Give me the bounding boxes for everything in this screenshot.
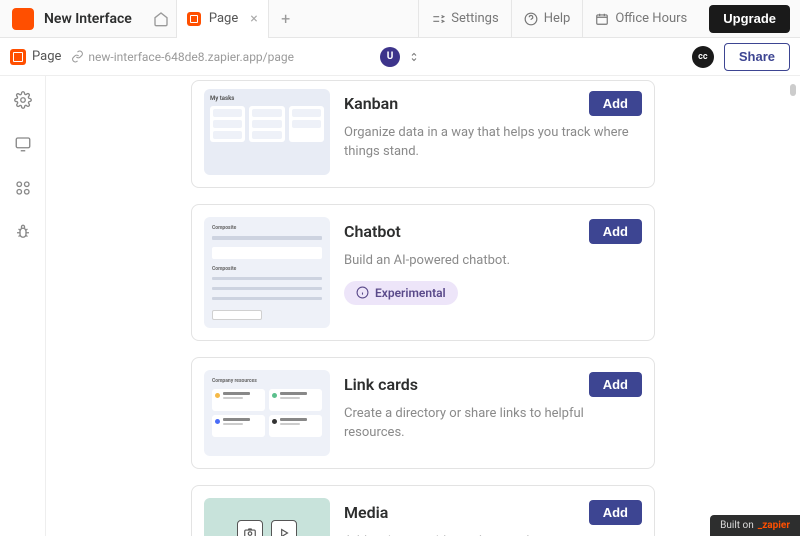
office-hours-button[interactable]: Office Hours <box>582 0 699 38</box>
info-icon <box>356 286 369 299</box>
help-icon <box>524 12 538 26</box>
page-chip-label: Page <box>32 49 61 64</box>
settings-icon <box>431 12 445 26</box>
page-chip-icon <box>10 49 26 65</box>
component-card-kanban: My tasks Kanban Add Organize data in a w… <box>191 80 655 188</box>
sidebar <box>0 76 46 536</box>
cc-badge[interactable]: cc <box>692 46 714 68</box>
preview-media <box>204 498 330 536</box>
grid-icon[interactable] <box>13 178 33 198</box>
content-panel: My tasks Kanban Add Organize data in a w… <box>46 76 800 536</box>
bug-icon[interactable] <box>13 222 33 242</box>
project-name: New Interface <box>44 11 132 27</box>
avatar: U <box>380 47 400 67</box>
card-description: Create a directory or share links to hel… <box>344 405 642 443</box>
settings-button[interactable]: Settings <box>418 0 510 38</box>
close-icon[interactable]: × <box>246 11 257 27</box>
home-icon <box>153 11 169 27</box>
calendar-icon <box>595 12 609 26</box>
share-button[interactable]: Share <box>724 43 790 71</box>
sort-icon <box>408 51 420 63</box>
card-description: Organize data in a way that helps you tr… <box>344 124 642 162</box>
user-switcher[interactable]: U <box>380 47 420 67</box>
preview-kanban: My tasks <box>204 89 330 175</box>
body: My tasks Kanban Add Organize data in a w… <box>0 76 800 536</box>
add-button[interactable]: Add <box>589 91 642 116</box>
secondbar: Page new-interface-648de8.zapier.app/pag… <box>0 38 800 76</box>
component-card-chatbot: Composite Composite Chatbot Add Build an… <box>191 204 655 341</box>
page-icon <box>187 12 201 26</box>
add-button[interactable]: Add <box>589 219 642 244</box>
card-title: Link cards <box>344 375 418 394</box>
preview-chatbot: Composite Composite <box>204 217 330 328</box>
page-url[interactable]: new-interface-648de8.zapier.app/page <box>71 50 294 64</box>
component-card-media: Media Add Add an image, video or logo to… <box>191 485 655 536</box>
camera-icon <box>237 520 263 536</box>
add-button[interactable]: Add <box>589 372 642 397</box>
play-icon <box>271 520 297 536</box>
card-description: Build an AI-powered chatbot. <box>344 252 642 271</box>
card-title: Kanban <box>344 94 398 113</box>
help-button[interactable]: Help <box>511 0 583 38</box>
link-icon <box>71 50 84 63</box>
built-on-badge[interactable]: Built on _zapier <box>710 515 800 536</box>
component-card-link-cards: Company resources Link cards Add Create … <box>191 357 655 469</box>
tab-page[interactable]: Page × <box>176 0 269 38</box>
preview-linkcards: Company resources <box>204 370 330 456</box>
app-logo <box>12 8 34 30</box>
home-button[interactable] <box>146 4 176 34</box>
gear-icon[interactable] <box>13 90 33 110</box>
card-title: Media <box>344 503 388 522</box>
experimental-badge: Experimental <box>344 281 458 305</box>
component-list: My tasks Kanban Add Organize data in a w… <box>191 76 655 536</box>
card-title: Chatbot <box>344 222 401 241</box>
display-icon[interactable] <box>13 134 33 154</box>
scrollbar[interactable] <box>790 84 796 96</box>
tab-label: Page <box>209 11 238 26</box>
topbar: New Interface Page × + Settings Help Off… <box>0 0 800 38</box>
add-tab-button[interactable]: + <box>269 9 303 28</box>
upgrade-button[interactable]: Upgrade <box>709 5 790 33</box>
add-button[interactable]: Add <box>589 500 642 525</box>
